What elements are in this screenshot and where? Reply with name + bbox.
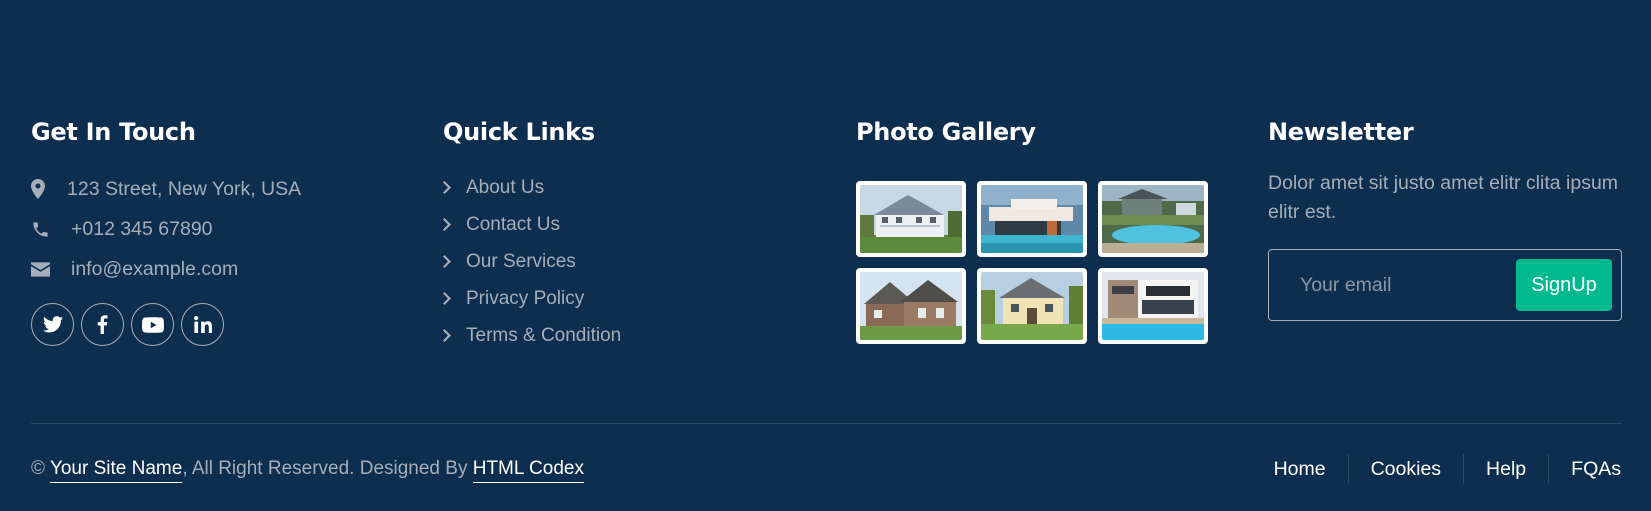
linkedin-button[interactable]: [181, 303, 224, 346]
link-about-us[interactable]: About Us: [443, 169, 803, 206]
footer-link-help[interactable]: Help: [1464, 454, 1550, 484]
link-privacy-policy[interactable]: Privacy Policy: [443, 280, 803, 317]
quick-links-title: Quick Links: [443, 118, 595, 146]
gallery-column: Photo Gallery: [856, 117, 1216, 344]
chevron-right-icon: [443, 255, 466, 268]
gallery-photo-modern[interactable]: [977, 181, 1087, 257]
envelope-icon: [31, 261, 67, 277]
site-name-link[interactable]: Your Site Name: [49, 458, 183, 483]
email-text: info@example.com: [71, 257, 239, 280]
newsletter-title: Newsletter: [1268, 118, 1414, 146]
address-row: 123 Street, New York, USA: [31, 169, 391, 209]
email-input[interactable]: [1270, 251, 1510, 319]
photo-gallery: [856, 181, 1216, 344]
chevron-right-icon: [443, 329, 466, 342]
gallery-photo-brick[interactable]: [856, 268, 966, 344]
gallery-title: Photo Gallery: [856, 118, 1036, 146]
contact-column: Get In Touch 123 Street, New York, USA +…: [31, 117, 391, 346]
rights-text: , All Right Reserved. Designed By: [182, 458, 473, 479]
signup-button[interactable]: SignUp: [1516, 259, 1612, 311]
youtube-icon: [141, 316, 164, 333]
email-row: info@example.com: [31, 249, 391, 289]
link-contact-us[interactable]: Contact Us: [443, 206, 803, 243]
phone-row: +012 345 67890: [31, 209, 391, 249]
footer-divider: [31, 423, 1622, 424]
house-photo: [860, 185, 962, 253]
footer-link-cookies[interactable]: Cookies: [1349, 454, 1465, 484]
footer-link-fqas[interactable]: FQAs: [1549, 454, 1621, 484]
map-marker-icon: [31, 179, 67, 199]
twitter-button[interactable]: [31, 303, 74, 346]
suburban-house-photo: [981, 272, 1083, 340]
newsletter-column: Newsletter Dolor amet sit justo amet eli…: [1268, 117, 1622, 321]
link-label: Contact Us: [466, 213, 560, 235]
quick-links-list: About Us Contact Us Our Services Privacy…: [443, 169, 803, 354]
chevron-right-icon: [443, 218, 466, 231]
phone-icon: [31, 220, 67, 239]
modern-house-pool-photo: [981, 185, 1083, 253]
link-label: Our Services: [466, 250, 576, 272]
address-text: 123 Street, New York, USA: [67, 177, 302, 200]
gallery-photo-pool[interactable]: [1098, 181, 1208, 257]
twitter-icon: [42, 316, 63, 333]
modern-villa-pool-photo: [1102, 272, 1204, 340]
gallery-photo-house[interactable]: [856, 181, 966, 257]
chevron-right-icon: [443, 292, 466, 305]
contact-title: Get In Touch: [31, 118, 196, 146]
gallery-photo-suburban[interactable]: [977, 268, 1087, 344]
copyright: © Your Site Name, All Right Reserved. De…: [31, 458, 584, 483]
brick-house-photo: [860, 272, 962, 340]
youtube-button[interactable]: [131, 303, 174, 346]
link-our-services[interactable]: Our Services: [443, 243, 803, 280]
pool-house-photo: [1102, 185, 1204, 253]
linkedin-icon: [193, 316, 212, 333]
designer-link[interactable]: HTML Codex: [472, 458, 584, 483]
quick-links-column: Quick Links About Us Contact Us Our Serv…: [443, 117, 803, 354]
link-label: Terms & Condition: [466, 324, 622, 346]
footer-menu: Home Cookies Help FQAs: [1252, 449, 1621, 489]
newsletter-description: Dolor amet sit justo amet elitr clita ip…: [1268, 172, 1619, 223]
link-label: Privacy Policy: [466, 287, 585, 309]
footer-link-home[interactable]: Home: [1252, 454, 1349, 484]
copyright-symbol: ©: [31, 458, 45, 479]
newsletter-form: SignUp: [1268, 249, 1622, 321]
social-links: [31, 303, 391, 346]
footer: Get In Touch 123 Street, New York, USA +…: [0, 0, 1651, 511]
gallery-photo-villa[interactable]: [1098, 268, 1208, 344]
link-terms-condition[interactable]: Terms & Condition: [443, 317, 803, 354]
link-label: About Us: [466, 176, 545, 198]
facebook-button[interactable]: [81, 303, 124, 346]
facebook-icon: [97, 315, 108, 334]
phone-text: +012 345 67890: [71, 217, 213, 240]
chevron-right-icon: [443, 181, 466, 194]
